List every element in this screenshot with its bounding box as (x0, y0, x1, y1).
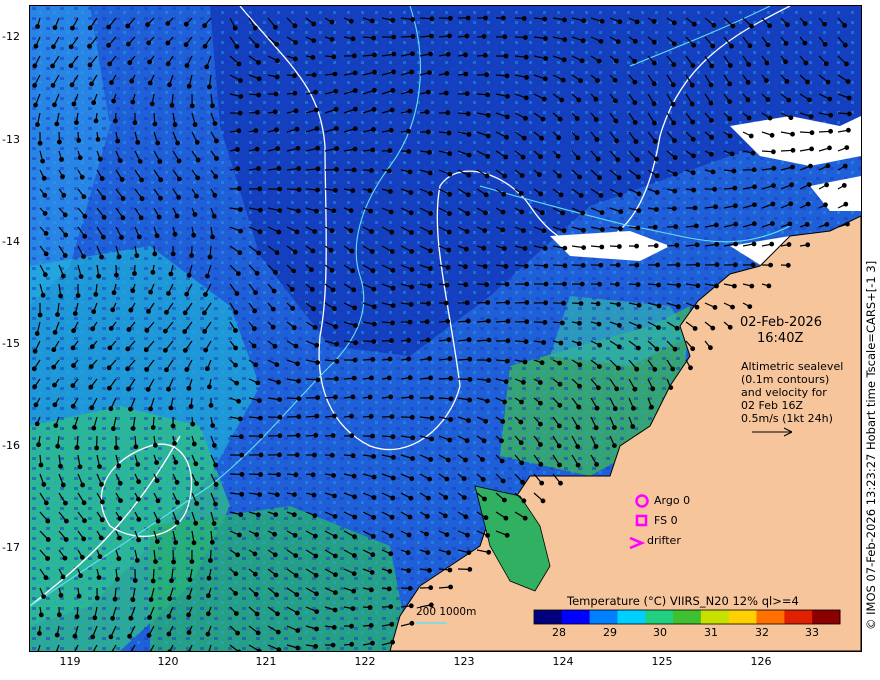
lon-tick: 124 (552, 655, 574, 668)
altimetry-line: (0.1m contours) (741, 373, 830, 386)
argo-label: Argo 0 (654, 494, 691, 507)
lon-tick: 125 (651, 655, 673, 668)
colorbar-tick: 30 (653, 626, 667, 639)
colorbar-tick: 28 (552, 626, 566, 639)
colorbar-tick: 32 (755, 626, 769, 639)
colorbar-segment (673, 610, 702, 624)
colorbar-segment (784, 610, 813, 624)
colorbar-segment (728, 610, 757, 624)
colorbar-segment (561, 610, 591, 624)
lat-tick: -17 (2, 541, 20, 554)
altimetry-line: Altimetric sealevel (741, 360, 844, 373)
colorbar-title: Temperature (°C) VIIRS_N20 12% ql>=4 (567, 594, 799, 608)
temperature-colorbar (533, 609, 841, 625)
map-time: 16:40Z (757, 331, 804, 346)
altimetry-line: 02 Feb 16Z (741, 399, 803, 412)
colorbar-segment (645, 610, 674, 624)
map-date: 02-Feb-2026 (740, 315, 823, 330)
sst-map[interactable] (29, 5, 862, 652)
lat-tick: -14 (2, 235, 20, 248)
colorbar-segment (589, 610, 618, 624)
colorbar-tick: 29 (603, 626, 617, 639)
colorbar-segment (534, 610, 563, 624)
depth-contour-label: 200 1000m (416, 606, 477, 618)
drifter-label: drifter (647, 534, 681, 547)
sst-field (30, 6, 861, 651)
altimetry-note: Altimetric sealevel (0.1m contours) and … (741, 360, 843, 425)
colorbar-tick: 31 (704, 626, 718, 639)
lat-tick: -15 (2, 337, 20, 350)
altimetry-line: 0.5m/s (1kt 24h) (741, 412, 833, 425)
colorbar-tick: 33 (805, 626, 819, 639)
lon-tick: 122 (354, 655, 376, 668)
lon-tick: 126 (750, 655, 772, 668)
lon-tick: 120 (157, 655, 179, 668)
colorbar-segment (756, 610, 785, 624)
lon-tick: 123 (453, 655, 475, 668)
imos-credit: © IMOS 07-Feb-2026 13:23:27 Hobart time … (864, 260, 878, 630)
lon-tick: 121 (255, 655, 277, 668)
lat-tick: -12 (2, 30, 20, 43)
colorbar-segment (617, 610, 646, 624)
colorbar-segment (700, 610, 730, 624)
lon-tick: 119 (59, 655, 81, 668)
fs-label: FS 0 (654, 514, 678, 527)
lat-tick: -13 (2, 133, 20, 146)
lat-tick: -16 (2, 439, 20, 452)
altimetry-line: and velocity for (741, 386, 827, 399)
colorbar-segment (812, 610, 841, 624)
